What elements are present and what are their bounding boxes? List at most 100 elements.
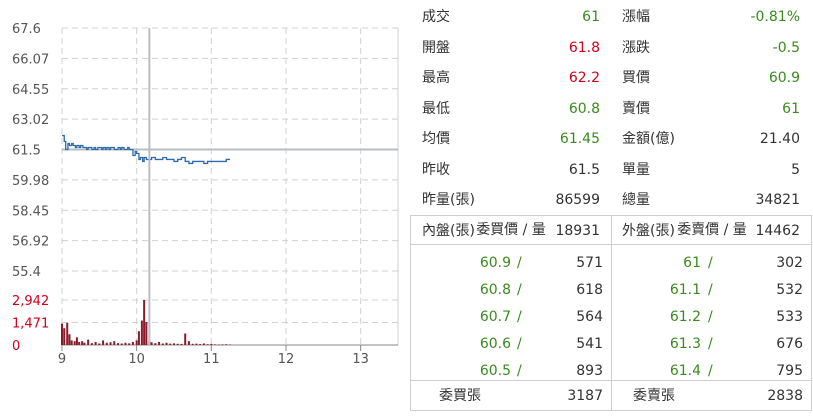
quote-value: 61.5 xyxy=(568,161,600,178)
volume-bar xyxy=(202,343,205,345)
price-tick-label: 61.5 xyxy=(12,144,41,159)
bid-slash: / xyxy=(517,255,522,271)
ask-slash: / xyxy=(708,336,713,352)
quote-row-left: 最低 60.8 xyxy=(412,94,612,124)
volume-bar xyxy=(154,343,157,345)
quote-row-right: 漲幅 -0.81% xyxy=(612,2,810,32)
price-tick-label: 55.4 xyxy=(12,265,41,280)
volume-bar xyxy=(180,343,183,345)
quote-row-right: 總量 34821 xyxy=(612,185,810,215)
quote-value: 62.2 xyxy=(568,70,600,86)
volume-bar xyxy=(120,343,123,345)
quote-label: 賣價 xyxy=(622,100,650,117)
volume-bar xyxy=(109,342,112,345)
volume-bar xyxy=(113,341,116,345)
bid-price: 60.8 xyxy=(479,282,511,298)
ask-slash: / xyxy=(708,255,713,271)
volume-bar xyxy=(137,331,140,345)
bid-qty: 618 xyxy=(576,282,603,298)
bid-qty: 571 xyxy=(576,255,603,271)
price-tick-label: 64.55 xyxy=(12,83,49,98)
quote-row-left: 最高 62.2 xyxy=(412,63,612,93)
volume-bar xyxy=(131,341,134,345)
quote-label: 成交 xyxy=(422,9,450,25)
volume-bar xyxy=(78,341,81,345)
bid-total: 3187 xyxy=(567,388,603,404)
ask-slash: / xyxy=(708,282,713,298)
volume-bar xyxy=(217,344,220,346)
volume-bar xyxy=(90,343,93,345)
volume-bar xyxy=(165,342,168,345)
ask-qty: 533 xyxy=(776,309,803,325)
quote-row-right: 賣價 61 xyxy=(612,94,810,124)
quote-value: 60.8 xyxy=(568,100,600,117)
volume-bar xyxy=(61,323,63,345)
quote-row-right: 單量 5 xyxy=(612,155,810,185)
quote-value: 34821 xyxy=(755,192,800,208)
bid-header: 委買價 / 量 xyxy=(476,222,546,238)
quote-value: 21.40 xyxy=(759,131,800,147)
bid-slash: / xyxy=(517,309,522,325)
volume-bar xyxy=(145,322,148,345)
price-axis: 67.6 66.07 64.55 63.02 61.5 59.98 58.45 56.92 55… xyxy=(12,22,49,280)
time-tick-label: 13 xyxy=(352,352,369,367)
volume-bar xyxy=(68,334,71,345)
ask-slash: / xyxy=(708,309,713,325)
volume-bar xyxy=(184,333,187,345)
quote-label: 金額(億) xyxy=(622,131,675,147)
time-tick-label: 10 xyxy=(128,352,145,367)
bid-qty: 541 xyxy=(576,336,603,352)
quote-label: 單量 xyxy=(622,161,650,178)
volume-bar xyxy=(87,339,90,345)
volume-bar xyxy=(195,343,198,345)
quote-value: -0.81% xyxy=(750,9,800,25)
quote-row-left: 成交 61 xyxy=(412,2,612,32)
volume-bar xyxy=(225,344,228,345)
volume-bar xyxy=(150,342,153,345)
bid-total-label: 委買張 xyxy=(439,388,481,404)
volume-bar xyxy=(124,342,127,345)
ask-qty: 302 xyxy=(776,255,803,271)
volume-bar xyxy=(143,300,146,345)
quote-label: 漲跌 xyxy=(622,39,650,56)
quote-row-left: 開盤 61.8 xyxy=(412,33,612,63)
bid-price: 60.7 xyxy=(479,309,511,325)
volume-bar xyxy=(199,344,202,345)
volume-bar xyxy=(214,344,217,345)
volume-bar xyxy=(102,340,105,345)
bid-qty: 564 xyxy=(576,309,603,325)
volume-bar xyxy=(98,343,101,345)
quote-value: 86599 xyxy=(555,192,600,208)
volume-bar xyxy=(206,344,209,345)
volume-bar xyxy=(158,341,161,345)
volume-bar xyxy=(135,340,138,345)
ask-qty: 532 xyxy=(776,282,803,298)
ask-total: 2838 xyxy=(767,388,803,404)
ask-qty: 676 xyxy=(776,336,803,352)
volume-bar xyxy=(161,343,164,345)
order-book-header-rule xyxy=(411,244,811,245)
price-tick-label: 66.07 xyxy=(12,52,49,67)
quote-row-right: 金額(億) 21.40 xyxy=(612,124,810,154)
volume-bar xyxy=(187,341,190,345)
ask-total-label: 委賣張 xyxy=(633,388,675,404)
price-tick-label: 67.6 xyxy=(12,22,41,37)
volume-bar xyxy=(128,343,131,345)
chart-grid xyxy=(61,27,399,346)
quote-row-left: 昨收 61.5 xyxy=(412,155,612,185)
intraday-chart[interactable]: 67.6 66.07 64.55 63.02 61.5 59.98 58.45 56.92 55… xyxy=(0,0,405,370)
quote-label: 買價 xyxy=(622,70,650,86)
quote-value: 61.45 xyxy=(559,131,600,147)
volume-tick-label: 2,942 xyxy=(12,294,49,309)
volume-bar xyxy=(173,343,175,345)
quote-row-right: 買價 60.9 xyxy=(612,63,810,93)
quote-value: 61 xyxy=(582,9,600,25)
order-book-footer-rule xyxy=(411,380,811,381)
quote-label: 最低 xyxy=(422,100,450,117)
volume-bar xyxy=(81,341,84,345)
bid-price: 60.6 xyxy=(479,336,511,352)
volume-bar xyxy=(73,341,76,345)
quote-label: 最高 xyxy=(422,70,450,86)
volume-tick-label: 1,471 xyxy=(12,317,49,332)
ask-price: 61.3 xyxy=(669,336,701,352)
